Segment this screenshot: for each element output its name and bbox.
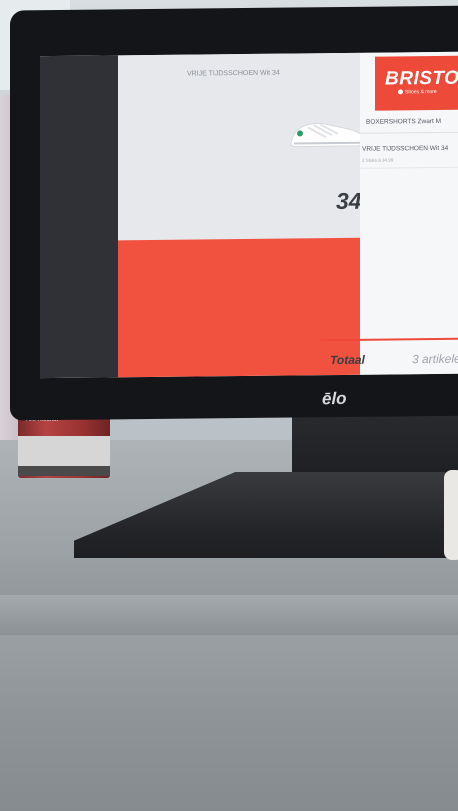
- can-band: [18, 436, 110, 466]
- receipt-line: BOXERSHORTS Zwart M: [366, 117, 442, 126]
- product-name: VRIJE TIJDSSCHOEN Wit 34: [187, 69, 280, 78]
- white-device: [444, 470, 458, 560]
- shoe-image: [290, 122, 366, 147]
- brand-name: BRISTO: [385, 67, 458, 90]
- promo-panel: [118, 237, 360, 378]
- brand-tagline: Shoes & more: [405, 88, 437, 96]
- receipt-line: VRIJE TIJDSSCHOEN Wit 34: [362, 144, 449, 153]
- photo-scene: Alle Kleuren VRIJE TIJDSSCHOEN Wit 34 34…: [0, 0, 458, 811]
- total-count: 3 artikele: [412, 351, 458, 367]
- product-panel: VRIJE TIJDSSCHOEN Wit 34 34.99: [118, 52, 382, 241]
- can-band-dark: [18, 466, 110, 476]
- screen-left-bezel-shade: [40, 55, 118, 379]
- brand-dot: [398, 89, 403, 95]
- monitor-logo: ēlo: [322, 388, 347, 409]
- paint-can: Alle Kleuren: [18, 414, 110, 478]
- total-label: Totaal: [330, 352, 365, 368]
- receipt-line-detail: 2 Stuks à 34,99: [362, 157, 394, 163]
- counter-edge: [0, 595, 458, 635]
- counter-front: [0, 635, 458, 811]
- pos-monitor: VRIJE TIJDSSCHOEN Wit 34 34.99 BRISTO Sh…: [10, 5, 458, 421]
- brand-logo: BRISTO Shoes & more: [375, 55, 458, 111]
- pos-screen: VRIJE TIJDSSCHOEN Wit 34 34.99 BRISTO Sh…: [40, 51, 458, 379]
